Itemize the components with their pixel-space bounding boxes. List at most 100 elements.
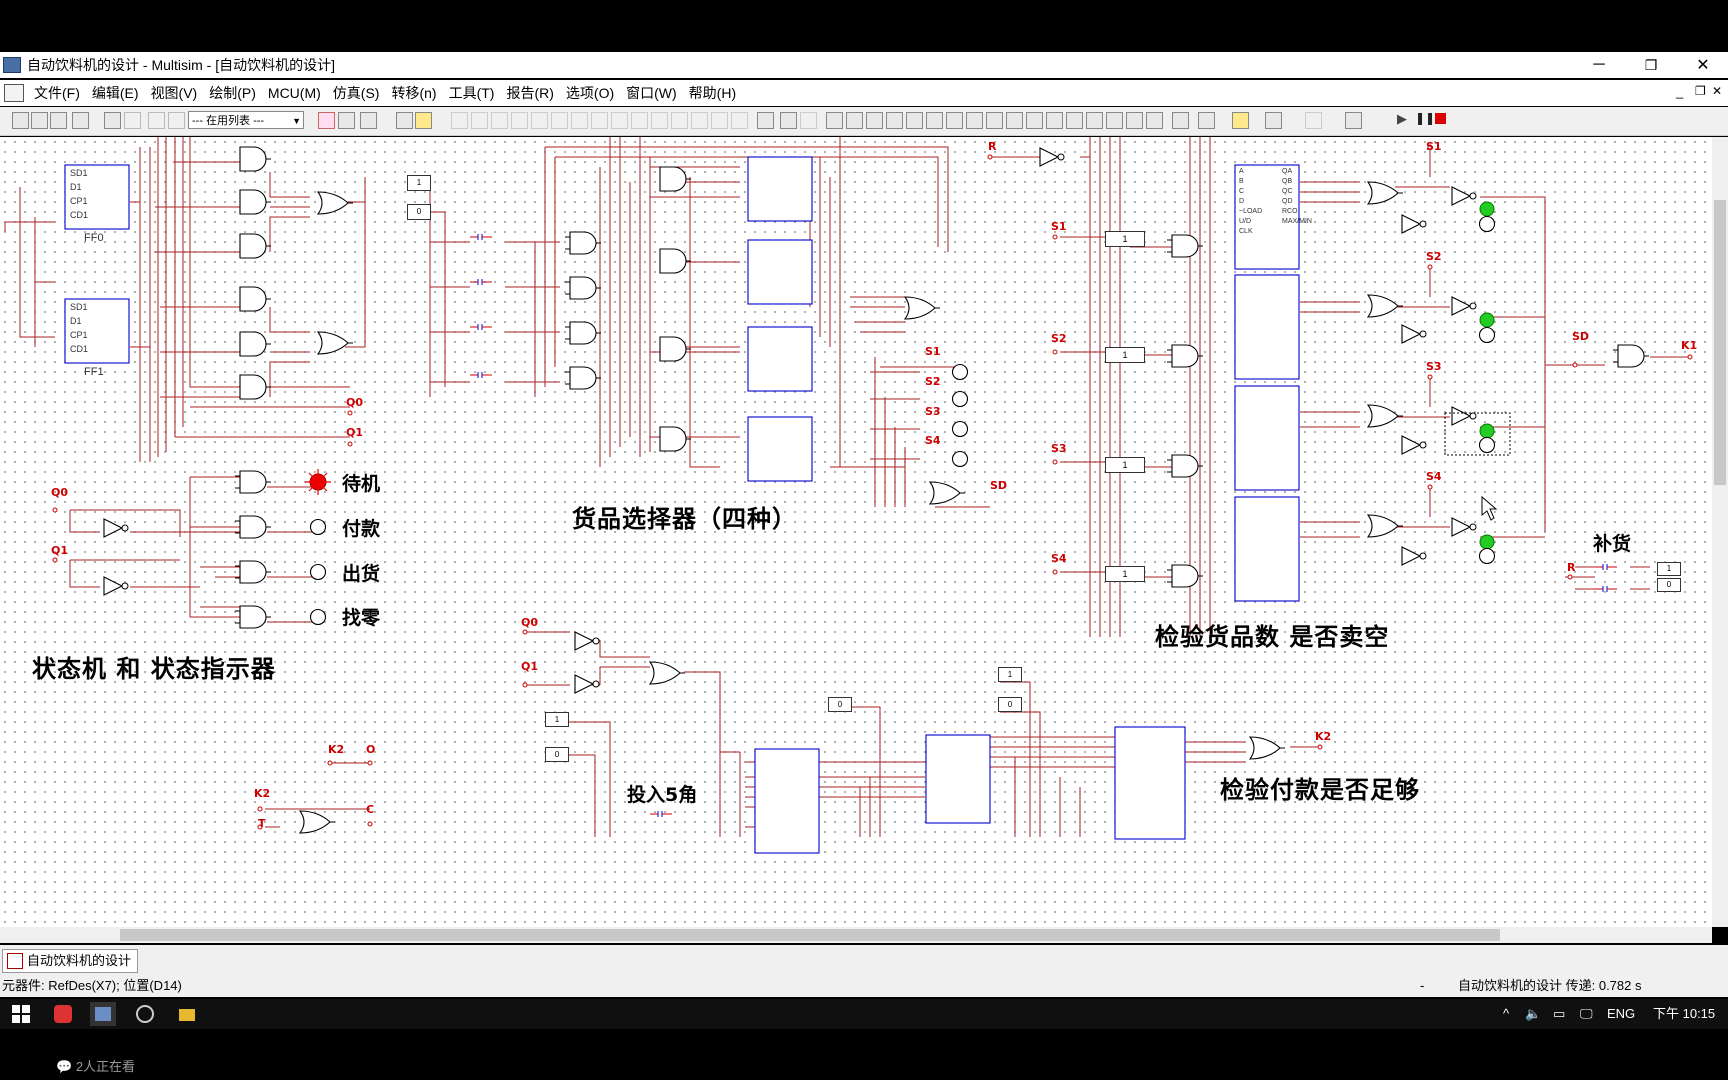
postprocessor-icon[interactable] <box>104 112 121 129</box>
pay-source-1[interactable]: 1 <box>545 712 569 727</box>
logic-low-source[interactable]: 0 <box>407 204 431 220</box>
file-explorer-icon[interactable] <box>174 1002 200 1026</box>
four-channel-scope-icon[interactable] <box>906 112 923 129</box>
hierarchical-block-icon[interactable] <box>757 112 774 129</box>
transistor-icon[interactable] <box>511 112 528 129</box>
doc-close-button[interactable]: ✕ <box>1712 84 1722 98</box>
schematic-canvas[interactable]: SD1 D1 CP1 CD1 SD1 D1 CP1 CD1 FF0 FF1 A B C D ~LOA… <box>0 137 1712 927</box>
battery-icon[interactable]: ▭ <box>1553 999 1565 1029</box>
mcu-icon[interactable] <box>731 112 748 129</box>
forward-annotate-icon[interactable] <box>360 112 377 129</box>
simulate-switch-icon[interactable] <box>1345 112 1362 129</box>
design-toolbox-icon[interactable] <box>12 112 29 129</box>
logic-converter-icon[interactable] <box>1006 112 1023 129</box>
doc-restore-button[interactable]: ❐ <box>1695 84 1706 98</box>
menu-simulate[interactable]: 仿真(S) <box>327 83 386 103</box>
back-annotate-icon[interactable] <box>338 112 355 129</box>
mixed-icon[interactable] <box>611 112 628 129</box>
menu-help[interactable]: 帮助(H) <box>683 83 742 103</box>
power-icon[interactable] <box>651 112 668 129</box>
function-generator-icon[interactable] <box>846 112 863 129</box>
place-text-icon[interactable] <box>800 112 817 129</box>
misc-icon[interactable] <box>671 112 688 129</box>
agilent-scope-icon[interactable] <box>1146 112 1163 129</box>
current-probe-icon[interactable] <box>1198 112 1215 129</box>
frequency-counter-icon[interactable] <box>946 112 963 129</box>
stock-source-2[interactable]: 1 <box>1105 347 1145 363</box>
adder-source-0[interactable]: 0 <box>828 697 852 712</box>
multisim-taskbar-icon[interactable] <box>90 1002 116 1026</box>
close-button[interactable]: ✕ <box>1679 52 1727 78</box>
compare-source-0[interactable]: 0 <box>998 697 1022 712</box>
minimize-button[interactable]: ─ <box>1575 52 1623 78</box>
volume-icon[interactable]: 🔈 <box>1525 999 1541 1029</box>
wattmeter-icon[interactable] <box>866 112 883 129</box>
vertical-scroll-thumb[interactable] <box>1714 200 1726 485</box>
menu-tools[interactable]: 工具(T) <box>443 83 501 103</box>
stock-source-4[interactable]: 1 <box>1105 566 1145 582</box>
in-use-list-select[interactable]: --- 在用列表 --- ▼ <box>188 111 304 129</box>
basic-icon[interactable] <box>471 112 488 129</box>
restock-source-1[interactable]: 1 <box>1657 562 1681 576</box>
document-icon[interactable] <box>4 84 24 102</box>
horizontal-scroll-thumb[interactable] <box>120 929 1500 941</box>
menu-file[interactable]: 文件(F) <box>28 83 86 103</box>
pay-source-0[interactable]: 0 <box>545 747 569 762</box>
labview-icon[interactable] <box>1232 112 1249 129</box>
spectrum-analyzer-icon[interactable] <box>1066 112 1083 129</box>
diode-icon[interactable] <box>491 112 508 129</box>
logic-analyzer-icon[interactable] <box>986 112 1003 129</box>
stock-source-3[interactable]: 1 <box>1105 457 1145 473</box>
doc-minimize-button[interactable]: _ <box>1676 84 1683 99</box>
logic-high-source[interactable]: 1 <box>407 175 431 191</box>
rf-icon[interactable] <box>691 112 708 129</box>
bode-plotter-icon[interactable] <box>926 112 943 129</box>
grapher-icon[interactable] <box>72 112 89 129</box>
chevron-up-icon[interactable]: ^ <box>1503 999 1509 1029</box>
tab-document[interactable]: 自动饮料机的设计 <box>2 949 139 973</box>
stop-icon[interactable] <box>1435 113 1446 124</box>
iv-analyzer-icon[interactable] <box>1026 112 1043 129</box>
agilent-multimeter-icon[interactable] <box>1126 112 1143 129</box>
analog-icon[interactable] <box>531 112 548 129</box>
oscilloscope-icon[interactable] <box>886 112 903 129</box>
windows-start-icon[interactable] <box>8 1002 34 1026</box>
zoom-icon[interactable] <box>396 112 413 129</box>
breadboard-icon[interactable] <box>124 112 141 129</box>
ttl-icon[interactable] <box>551 112 568 129</box>
compare-source-1[interactable]: 1 <box>998 667 1022 682</box>
network-icon[interactable]: 🖵 <box>1580 999 1593 1029</box>
menu-transfer[interactable]: 转移(n) <box>385 83 442 103</box>
menu-reports[interactable]: 报告(R) <box>500 83 559 103</box>
word-generator-icon[interactable] <box>966 112 983 129</box>
chrome-icon[interactable] <box>132 1002 158 1026</box>
help-icon[interactable] <box>415 112 432 129</box>
vivaldi-icon[interactable] <box>50 1002 76 1026</box>
probe-icon[interactable] <box>318 112 335 129</box>
stock-source-1[interactable]: 1 <box>1105 231 1145 247</box>
network-analyzer-icon[interactable] <box>1086 112 1103 129</box>
language-indicator[interactable]: ENG <box>1607 999 1635 1029</box>
menu-edit[interactable]: 编辑(E) <box>86 83 145 103</box>
measurement-probe-icon[interactable] <box>1265 112 1282 129</box>
distortion-analyzer-icon[interactable] <box>1046 112 1063 129</box>
electromechanical-icon[interactable] <box>711 112 728 129</box>
restore-button[interactable]: ❐ <box>1627 52 1675 78</box>
run-icon[interactable] <box>1305 112 1322 129</box>
pause-icon[interactable]: ❚❚ <box>1415 111 1435 125</box>
menu-place[interactable]: 绘制(P) <box>203 83 262 103</box>
indicator-icon[interactable] <box>631 112 648 129</box>
clock[interactable]: 下午 10:15 <box>1653 999 1715 1029</box>
bus-icon[interactable] <box>780 112 797 129</box>
menu-mcu[interactable]: MCU(M) <box>262 85 327 101</box>
misc-digital-icon[interactable] <box>591 112 608 129</box>
spreadsheet-icon[interactable] <box>31 112 48 129</box>
tektronix-scope-icon[interactable] <box>1172 112 1189 129</box>
menu-options[interactable]: 选项(O) <box>560 83 620 103</box>
source-icon[interactable] <box>451 112 468 129</box>
restock-source-0[interactable]: 0 <box>1657 578 1681 592</box>
cmos-icon[interactable] <box>571 112 588 129</box>
database-icon[interactable] <box>50 112 67 129</box>
menu-window[interactable]: 窗口(W) <box>620 83 683 103</box>
agilent-generator-icon[interactable] <box>1106 112 1123 129</box>
